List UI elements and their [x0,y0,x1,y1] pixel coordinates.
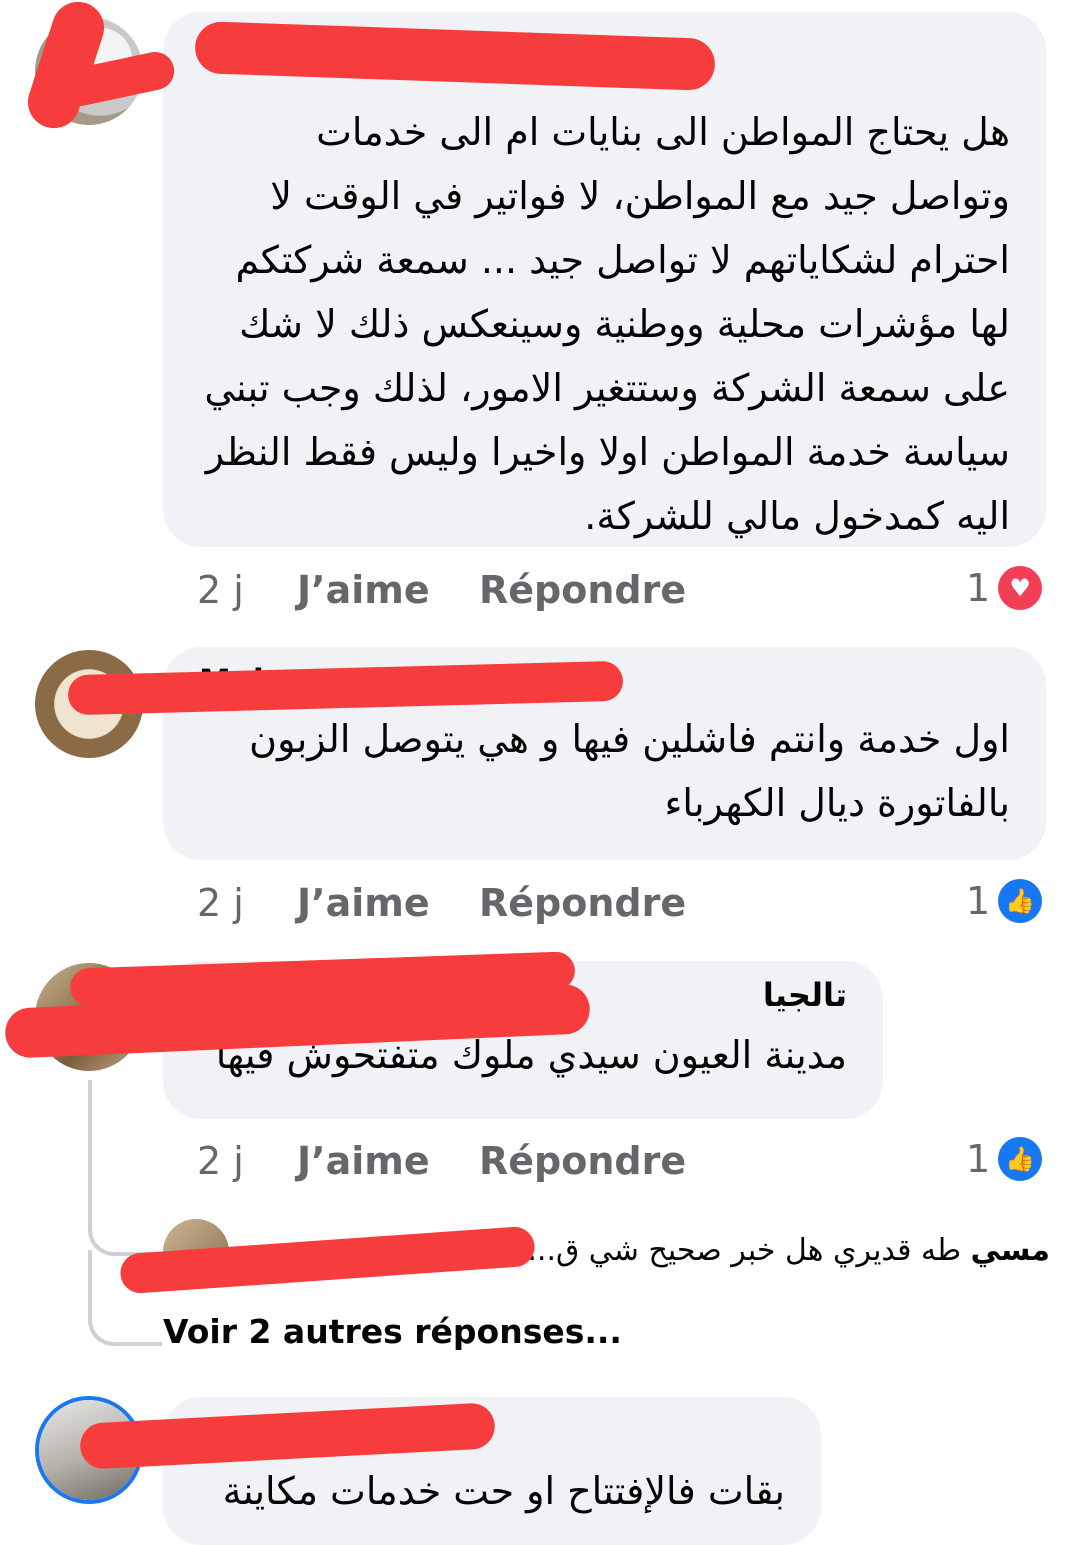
reply-text: طه قديري هل خبر صحيح شي ق... [527,1233,961,1268]
comment-time[interactable]: 2 j [197,1139,297,1183]
comment-time[interactable]: 2 j [197,568,297,612]
like-button[interactable]: J’aime [297,881,479,925]
reaction-count: 1 [966,566,991,610]
reaction-summary[interactable]: 1 ♥ [966,558,1043,618]
reply-author: مسي [970,1233,1050,1268]
view-more-replies-link[interactable]: Voir 2 autres réponses... [163,1312,622,1351]
comment-time[interactable]: 2 j [197,881,297,925]
thread-connector [88,1080,162,1256]
reaction-summary[interactable]: 1 👍 [966,871,1043,931]
comment-actions: 2 j J’aime Répondre [197,873,686,933]
comment-actions: 2 j J’aime Répondre [197,1131,686,1191]
comment-text: اول خدمة وانتم فاشلين فيها و هي يتوصل ال… [249,717,1010,825]
like-icon: 👍 [998,1137,1043,1181]
reaction-count: 1 [966,879,991,923]
reply-button[interactable]: Répondre [479,1139,686,1183]
comment-bubble: Driss Karim El Mirh هل يحتاج المواطن الى… [163,12,1046,547]
reply-button[interactable]: Répondre [479,568,686,612]
comment-text: هل يحتاج المواطن الى بنايات ام الى خدمات… [204,110,1010,538]
comment-actions: 2 j J’aime Répondre [197,560,686,620]
reply-preview[interactable]: مسي طه قديري هل خبر صحيح شي ق... [527,1233,1050,1268]
reaction-count: 1 [966,1137,991,1181]
reply-button[interactable]: Répondre [479,881,686,925]
like-icon: 👍 [998,879,1043,923]
like-button[interactable]: J’aime [297,1139,479,1183]
like-button[interactable]: J’aime [297,568,479,612]
reaction-summary[interactable]: 1 👍 [966,1129,1043,1189]
comment-text: بقات فالإفتتاح او حت خدمات مكاينة [222,1469,785,1513]
heart-icon: ♥ [998,566,1043,610]
